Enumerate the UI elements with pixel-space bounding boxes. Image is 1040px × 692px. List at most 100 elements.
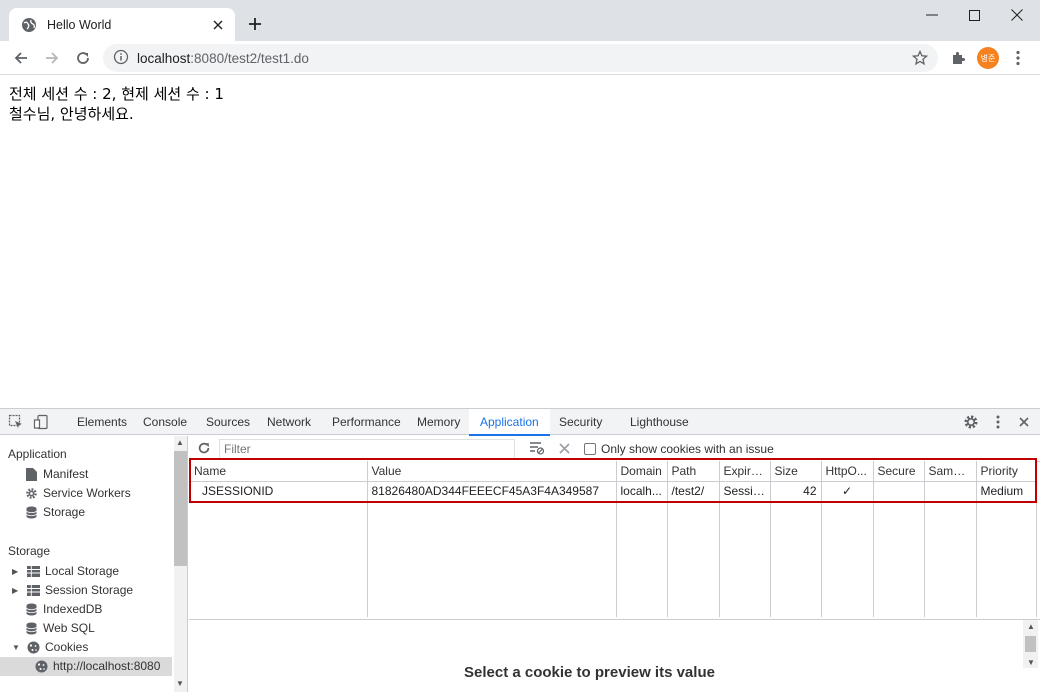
cell-samesite[interactable] xyxy=(924,481,977,501)
sidebar-scrollbar-thumb[interactable] xyxy=(174,451,187,566)
preview-scroll-down-icon[interactable]: ▼ xyxy=(1027,658,1035,667)
table-row[interactable]: JSESSIONID 81826480AD344FEEECF45A3F4A349… xyxy=(190,481,1037,501)
extensions-puzzle-icon[interactable] xyxy=(946,46,970,70)
cell-secure[interactable] xyxy=(873,481,925,501)
settings-gear-icon[interactable] xyxy=(961,412,981,432)
sidebar-item-manifest[interactable]: Manifest xyxy=(24,465,88,484)
sidebar-item-session-storage[interactable]: ▶ Session Storage xyxy=(12,581,133,600)
tab-application[interactable]: Application xyxy=(469,409,550,436)
sidebar-item-web-sql[interactable]: Web SQL xyxy=(24,619,95,638)
delete-cookie-x-icon[interactable] xyxy=(559,443,570,457)
reload-icon[interactable] xyxy=(71,46,95,70)
cell-httponly[interactable]: ✓ xyxy=(821,481,874,501)
gear-icon xyxy=(24,487,38,501)
sidebar-item-service-workers[interactable]: Service Workers xyxy=(24,484,131,503)
sidebar-item-label: Session Storage xyxy=(45,583,134,597)
forward-icon[interactable] xyxy=(40,46,64,70)
url-host: localhost xyxy=(137,50,191,66)
col-header-size[interactable]: Size xyxy=(770,461,822,482)
devtools-tabbar: Elements Console Sources Network Perform… xyxy=(0,409,1040,436)
col-header-httponly[interactable]: HttpO... xyxy=(821,461,874,482)
expand-arrow-icon[interactable]: ▶ xyxy=(12,581,22,600)
browser-toolbar: localhost:8080/test2/test1.do 병준 xyxy=(0,41,1040,75)
application-sidebar: Application Manifest Service Workers Sto… xyxy=(0,436,188,692)
tab-sources[interactable]: Sources xyxy=(195,409,261,435)
col-header-value[interactable]: Value xyxy=(367,461,617,482)
cell-path[interactable]: /test2/ xyxy=(667,481,720,501)
tab-network[interactable]: Network xyxy=(256,409,322,435)
sidebar-item-cookie-origin[interactable]: http://localhost:8080 xyxy=(0,657,172,676)
col-header-domain[interactable]: Domain xyxy=(616,461,668,482)
cell-size[interactable]: 42 xyxy=(770,481,822,501)
refresh-icon[interactable] xyxy=(197,441,211,458)
tab-elements[interactable]: Elements xyxy=(66,409,138,435)
new-tab-icon[interactable] xyxy=(244,13,266,35)
sidebar-header-application: Application xyxy=(8,447,67,461)
menu-kebab-icon[interactable] xyxy=(1006,46,1030,70)
back-icon[interactable] xyxy=(9,46,33,70)
sidebar-item-label: http://localhost:8080 xyxy=(53,659,161,673)
expand-arrow-icon[interactable]: ▶ xyxy=(12,562,22,581)
cell-expires[interactable]: Session xyxy=(719,481,771,501)
cookie-toolbar: Only show cookies with an issue xyxy=(189,436,1040,462)
tab-lighthouse[interactable]: Lighthouse xyxy=(619,409,700,435)
info-icon[interactable] xyxy=(113,49,129,68)
sidebar-item-indexeddb[interactable]: IndexedDB xyxy=(24,600,102,619)
col-header-priority[interactable]: Priority xyxy=(976,461,1037,482)
cell-domain[interactable]: localh... xyxy=(616,481,668,501)
table-grid-icon xyxy=(26,584,40,598)
sidebar-header-storage: Storage xyxy=(8,544,51,558)
scroll-up-arrow-icon[interactable]: ▲ xyxy=(176,438,184,447)
device-toolbar-icon[interactable] xyxy=(31,412,51,432)
sidebar-item-label: IndexedDB xyxy=(43,602,103,616)
browser-tab[interactable]: Hello World xyxy=(9,8,235,41)
sidebar-item-local-storage[interactable]: ▶ Local Storage xyxy=(12,562,119,581)
profile-avatar[interactable]: 병준 xyxy=(977,47,999,69)
devtools-panel: Elements Console Sources Network Perform… xyxy=(0,408,1040,692)
cookies-table: Name Value Domain Path Expires... Size H… xyxy=(190,461,1037,619)
only-issues-checkbox[interactable] xyxy=(584,443,596,455)
close-window-icon[interactable] xyxy=(994,0,1040,30)
clear-filtered-cookies-icon[interactable] xyxy=(529,441,545,458)
database-icon xyxy=(24,603,38,617)
col-header-path[interactable]: Path xyxy=(667,461,720,482)
table-filler-row xyxy=(190,501,1037,617)
tab-memory[interactable]: Memory xyxy=(406,409,471,435)
inspect-element-icon[interactable] xyxy=(6,412,26,432)
tab-performance[interactable]: Performance xyxy=(321,409,412,435)
bookmark-star-icon[interactable] xyxy=(910,48,930,68)
minimize-icon[interactable] xyxy=(909,0,955,30)
cookie-preview-pane: Select a cookie to preview its value ▲ ▼ xyxy=(189,619,1040,692)
sidebar-item-storage[interactable]: Storage xyxy=(24,503,85,522)
sidebar-item-label: Cookies xyxy=(45,640,89,654)
only-issues-label: Only show cookies with an issue xyxy=(601,442,774,456)
close-tab-icon[interactable] xyxy=(207,14,229,36)
col-header-samesite[interactable]: SameS... xyxy=(924,461,977,482)
sidebar-item-label: Service Workers xyxy=(43,486,131,500)
cell-name[interactable]: JSESSIONID xyxy=(190,481,368,501)
cookie-icon xyxy=(34,660,48,674)
page-content: 전체 세션 수 : 2, 현제 세션 수 : 1 철수님, 안녕하세요. xyxy=(0,76,1040,408)
col-header-expires[interactable]: Expires... xyxy=(719,461,771,482)
col-header-name[interactable]: Name xyxy=(190,461,368,482)
session-count-text: 전체 세션 수 : 2, 현제 세션 수 : 1 xyxy=(9,85,224,103)
tab-security[interactable]: Security xyxy=(548,409,613,435)
collapse-arrow-icon[interactable]: ▼ xyxy=(12,638,22,657)
table-header-row: Name Value Domain Path Expires... Size H… xyxy=(190,461,1037,482)
tab-console[interactable]: Console xyxy=(132,409,198,435)
devtools-menu-kebab-icon[interactable] xyxy=(988,412,1008,432)
cookie-icon xyxy=(26,641,40,655)
address-bar[interactable]: localhost:8080/test2/test1.do xyxy=(103,44,938,72)
preview-scroll-up-icon[interactable]: ▲ xyxy=(1027,622,1035,631)
preview-scrollbar-thumb[interactable] xyxy=(1025,636,1036,652)
cookie-filter-input[interactable] xyxy=(219,439,515,459)
sidebar-item-cookies[interactable]: ▼ Cookies xyxy=(12,638,88,657)
maximize-icon[interactable] xyxy=(951,0,997,30)
cell-priority[interactable]: Medium xyxy=(976,481,1037,501)
browser-titlebar: Hello World xyxy=(0,0,1040,41)
scroll-down-arrow-icon[interactable]: ▼ xyxy=(176,679,184,688)
cell-value[interactable]: 81826480AD344FEEECF45A3F4A349587 xyxy=(367,481,617,501)
col-header-secure[interactable]: Secure xyxy=(873,461,925,482)
sidebar-item-label: Manifest xyxy=(43,467,89,481)
close-devtools-icon[interactable] xyxy=(1014,412,1034,432)
